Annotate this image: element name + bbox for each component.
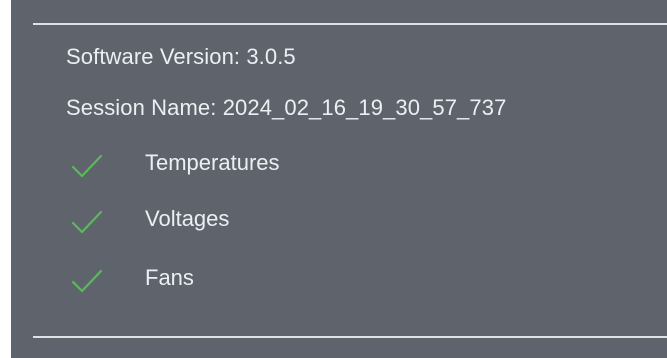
checkmark-icon bbox=[71, 154, 103, 178]
software-version-text: Software Version: 3.0.5 bbox=[66, 44, 296, 69]
checkmark-icon bbox=[71, 269, 103, 293]
top-divider bbox=[33, 23, 667, 25]
checklist-item-temperatures: Temperatures bbox=[66, 150, 626, 190]
session-name-text: Session Name: 2024_02_16_19_30_57_737 bbox=[66, 95, 507, 120]
checklist-label: Voltages bbox=[145, 206, 230, 231]
checkmark-icon bbox=[71, 210, 103, 234]
bottom-divider bbox=[33, 336, 667, 338]
checklist-label: Fans bbox=[145, 265, 194, 290]
checklist-item-fans: Fans bbox=[66, 265, 626, 305]
checklist-item-voltages: Voltages bbox=[66, 206, 626, 246]
session-info-panel: Software Version: 3.0.5 Session Name: 20… bbox=[11, 0, 667, 358]
checklist-label: Temperatures bbox=[145, 150, 280, 175]
